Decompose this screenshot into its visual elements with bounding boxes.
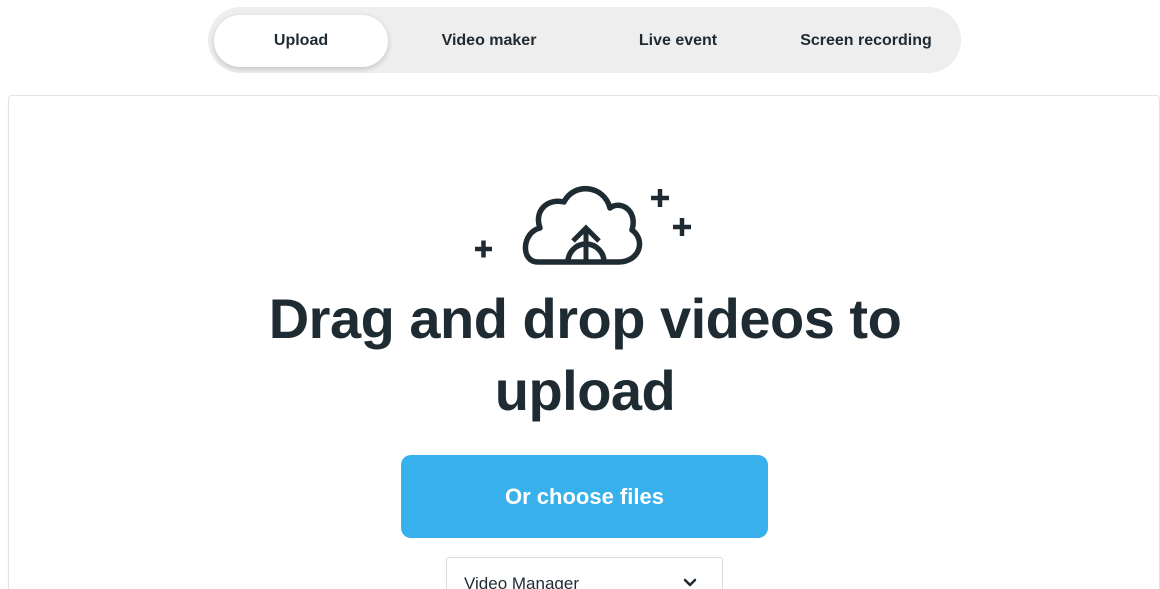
cloud-upload-icon [475, 185, 691, 265]
tab-video-maker[interactable]: Video maker [398, 15, 580, 67]
tab-screen-recording[interactable]: Screen recording [776, 15, 956, 67]
upload-page: Upload Video maker Live event Screen rec… [0, 0, 1160, 589]
choose-files-button[interactable]: Or choose files [401, 455, 768, 538]
destination-select-value: Video Manager [464, 574, 579, 589]
chevron-down-icon [683, 578, 697, 587]
upload-type-tabs: Upload Video maker Live event Screen rec… [208, 7, 961, 73]
plus-sparkle-icon [651, 189, 669, 207]
plus-sparkle-icon [475, 240, 492, 258]
cloud-outline [522, 185, 643, 265]
tab-upload[interactable]: Upload [214, 15, 388, 67]
destination-select[interactable]: Video Manager [446, 557, 723, 589]
upload-headline: Drag and drop videos to upload [268, 287, 902, 422]
plus-sparkle-icon [673, 218, 691, 236]
tab-live-event[interactable]: Live event [588, 15, 768, 67]
